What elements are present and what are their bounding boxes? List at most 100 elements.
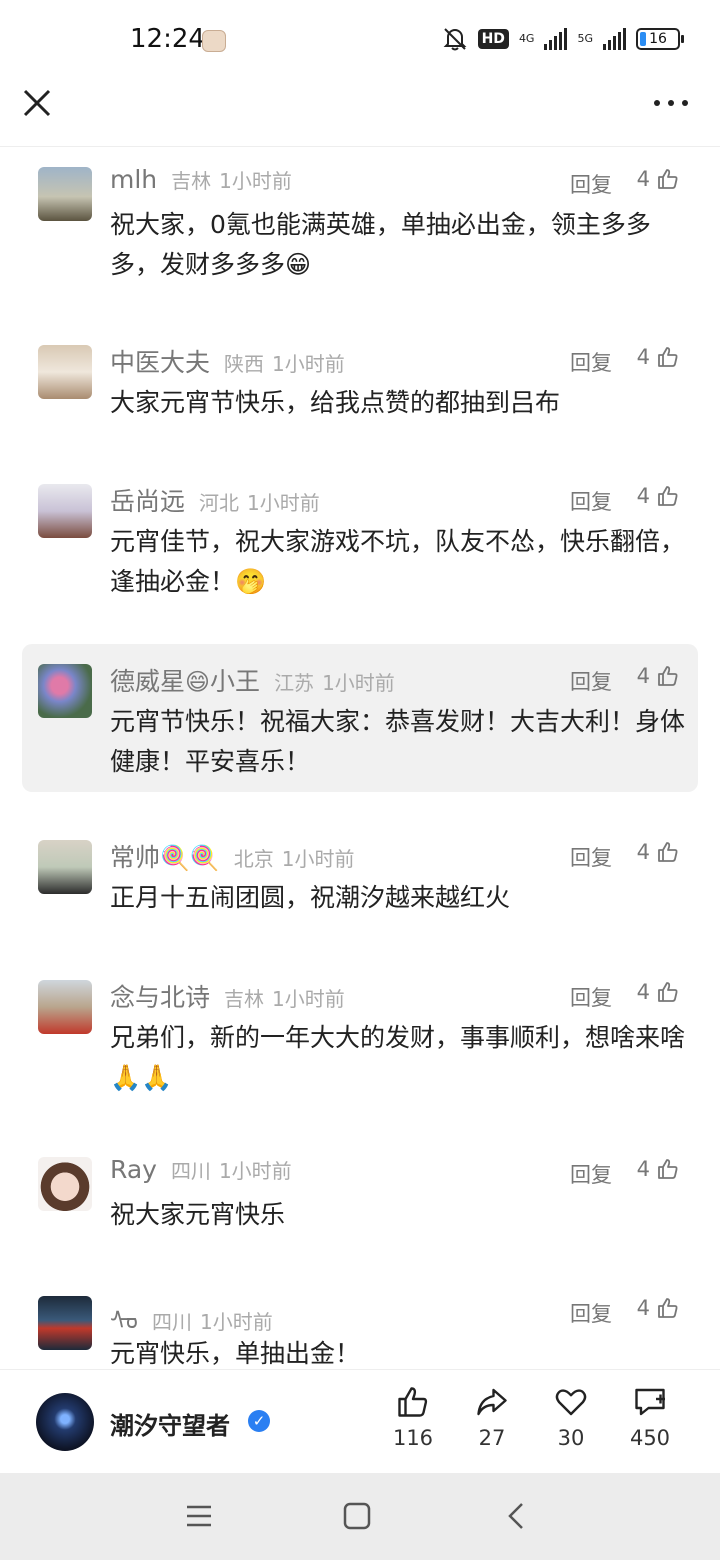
system-nav-bar	[0, 1473, 720, 1560]
like-count: 4	[636, 345, 650, 369]
reply-button[interactable]: 回复	[570, 1159, 612, 1189]
username-text: 岳尚远	[110, 487, 186, 516]
comment-username[interactable]: 岳尚远 河北 1小时前	[110, 482, 320, 518]
network-5g: 5G	[577, 32, 593, 45]
home-icon[interactable]	[342, 1501, 372, 1531]
comment-location: 河北	[199, 491, 240, 515]
share-action-button[interactable]: 27	[457, 1384, 527, 1450]
reply-button[interactable]: 回复	[570, 486, 612, 516]
like-button[interactable]: 4	[637, 1296, 680, 1320]
like-count: 4	[636, 840, 650, 864]
status-icons: HD 4G 5G 16	[442, 26, 684, 52]
battery-icon: 16	[636, 28, 684, 50]
like-count: 4	[636, 980, 650, 1004]
reply-button[interactable]: 回复	[570, 347, 612, 377]
reply-button[interactable]: 回复	[570, 842, 612, 872]
like-button[interactable]: 4	[637, 840, 680, 864]
comment-location: 江苏	[274, 671, 315, 695]
heart-icon	[555, 1389, 587, 1416]
thumbs-up-icon	[658, 666, 678, 686]
comment-time: 1小时前	[281, 847, 355, 871]
comment-text: 元宵快乐，单抽出金！	[110, 1339, 361, 1368]
share-count: 27	[478, 1426, 506, 1450]
comment-location: 四川	[170, 1159, 211, 1183]
comment-username[interactable]: 念与北诗 吉林 1小时前	[110, 978, 345, 1014]
comment-text: 祝大家，0氪也能满英雄，单抽必出金，领主多多多，发财多多多😁	[110, 210, 651, 279]
battery-level: 16	[649, 31, 667, 47]
thumbs-up-icon	[658, 842, 678, 862]
menu-icon[interactable]	[184, 1501, 214, 1531]
comment-item: Ray 四川 1小时前 回复 4 祝大家元宵快乐	[22, 1137, 698, 1267]
avatar[interactable]	[38, 980, 92, 1034]
thumbs-up-icon	[658, 1159, 678, 1179]
back-icon[interactable]	[502, 1501, 532, 1531]
comment-text: 大家元宵节快乐，给我点赞的都抽到吕布	[110, 388, 561, 417]
more-options-icon[interactable]	[654, 100, 688, 106]
reply-button[interactable]: 回复	[570, 666, 612, 696]
username-text: 念与北诗	[110, 983, 211, 1012]
comment-item: 岳尚远 河北 1小时前 回复 4 元宵佳节，祝大家游戏不坑，队友不怂，快乐翻倍，逢抽…	[22, 464, 698, 634]
verified-badge-icon: ✓	[248, 1410, 270, 1432]
mute-bell-icon	[443, 28, 467, 51]
username-emoji: 😄	[185, 668, 211, 696]
reply-button[interactable]: 回复	[570, 982, 612, 1012]
comment-text: 正月十五闹团圆，祝潮汐越来越红火	[110, 883, 511, 912]
reply-button[interactable]: 回复	[570, 169, 612, 199]
share-icon	[477, 1388, 507, 1416]
comment-username[interactable]: ᠰᠣ 四川 1小时前	[110, 1294, 273, 1337]
comment-username[interactable]: Ray 四川 1小时前	[110, 1155, 292, 1184]
account-avatar[interactable]	[36, 1393, 94, 1451]
comment-time: 1小时前	[272, 352, 345, 376]
avatar[interactable]	[38, 1296, 92, 1350]
comment-item: mlh 吉林 1小时前 回复 4 祝大家，0氪也能满英雄，单抽必出金，领主多多多，发…	[22, 147, 698, 317]
comment-item: 常帅🍭🍭 北京 1小时前 回复 4 正月十五闹团圆，祝潮汐越来越红火	[22, 820, 698, 950]
like-button[interactable]: 4	[637, 167, 680, 191]
username-text: 德威星	[110, 667, 186, 696]
like-count: 4	[636, 1296, 650, 1320]
thumbs-up-icon	[658, 1298, 678, 1318]
avatar[interactable]	[38, 345, 92, 399]
thumbs-up-icon	[658, 486, 678, 506]
avatar[interactable]	[38, 1157, 92, 1211]
comment-item: 中医大夫 陕西 1小时前 回复 4 大家元宵节快乐，给我点赞的都抽到吕布	[22, 325, 698, 455]
comment-text: 元宵佳节，祝大家游戏不坑，队友不怂，快乐翻倍，逢抽必金！🤭	[110, 527, 686, 596]
avatar[interactable]	[38, 167, 92, 221]
comment-username[interactable]: 中医大夫 陕西 1小时前	[110, 343, 345, 379]
signal-icon-2	[603, 28, 626, 50]
favorite-action-button[interactable]: 30	[536, 1384, 606, 1450]
comment-location: 北京	[233, 847, 274, 871]
comment-location: 四川	[152, 1310, 193, 1334]
like-action-button[interactable]: 116	[378, 1384, 448, 1450]
favorite-count: 30	[557, 1426, 585, 1450]
like-button[interactable]: 4	[637, 664, 680, 688]
close-icon[interactable]	[20, 86, 54, 120]
like-button[interactable]: 4	[637, 345, 680, 369]
like-button[interactable]: 4	[637, 1157, 680, 1181]
signal-icon	[544, 28, 568, 50]
comment-add-icon	[635, 1388, 665, 1416]
avatar[interactable]	[38, 840, 92, 894]
comment-item-highlighted: 德威星😄小王 江苏 1小时前 回复 4 元宵节快乐！祝福大家：恭喜发财！大吉大利！身…	[22, 644, 698, 792]
comment-item: 念与北诗 吉林 1小时前 回复 4 兄弟们，新的一年大大的发财，事事顺利，想啥来啥🙏…	[22, 960, 698, 1130]
comment-username[interactable]: mlh 吉林 1小时前	[110, 165, 292, 194]
comment-username[interactable]: 德威星😄小王 江苏 1小时前	[110, 662, 395, 698]
comment-location: 吉林	[224, 987, 265, 1011]
comment-location: 吉林	[171, 169, 212, 193]
comment-action-button[interactable]: 450	[615, 1384, 685, 1450]
like-button[interactable]: 4	[637, 980, 680, 1004]
comment-item: ᠰᠣ 四川 1小时前 回复 4 元宵快乐，单抽出金！	[22, 1276, 698, 1369]
avatar[interactable]	[38, 484, 92, 538]
avatar[interactable]	[38, 664, 92, 718]
comment-time: 1小时前	[200, 1310, 273, 1334]
thumbs-up-icon	[658, 982, 678, 1002]
username-text: ᠰᠣ	[110, 1306, 139, 1335]
username-text: 中医大夫	[110, 348, 211, 377]
username-text: 常帅	[110, 843, 161, 872]
username-suffix: 小王	[210, 667, 261, 696]
app-notification-icon	[202, 30, 226, 52]
reply-button[interactable]: 回复	[570, 1298, 612, 1328]
account-name[interactable]: 潮汐守望者	[110, 1406, 230, 1441]
comment-username[interactable]: 常帅🍭🍭 北京 1小时前	[110, 838, 355, 874]
like-button[interactable]: 4	[637, 484, 680, 508]
comment-time: 1小时前	[218, 1159, 292, 1183]
